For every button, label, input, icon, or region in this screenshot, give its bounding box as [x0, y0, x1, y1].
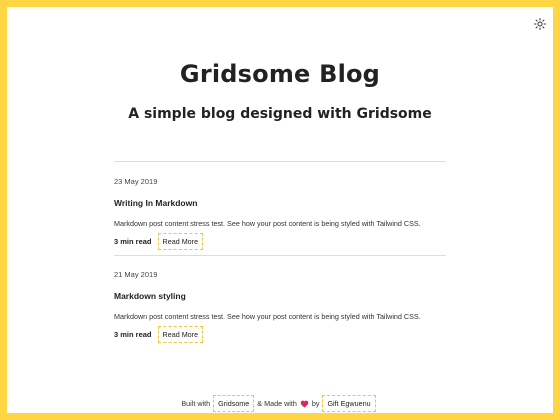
read-more-button[interactable]: Read More [157, 233, 204, 250]
footer-made-with-text: & Made with [257, 399, 297, 408]
footer-built-with-text: Built with [181, 399, 211, 408]
heart-icon [300, 400, 309, 408]
post-date: 23 May 2019 [114, 177, 158, 186]
footer: Built with Gridsome & Made with by Gift … [7, 395, 553, 412]
post-meta: 3 min read Read More [114, 233, 204, 250]
theme-toggle-button[interactable] [533, 17, 547, 31]
post-card: 21 May 2019 Markdown styling Markdown po… [114, 270, 446, 350]
post-title-link[interactable]: Writing In Markdown [114, 198, 197, 208]
site-title: Gridsome Blog [179, 60, 381, 88]
site-subtitle: A simple blog designed with Gridsome [128, 106, 432, 122]
divider [114, 161, 446, 162]
post-excerpt: Markdown post content stress test. See h… [114, 219, 421, 228]
page: Gridsome Blog A simple blog designed wit… [7, 7, 553, 413]
post-excerpt: Markdown post content stress test. See h… [114, 312, 421, 321]
gridsome-link[interactable]: Gridsome [213, 395, 255, 412]
post-meta: 3 min read Read More [114, 326, 204, 343]
footer-by-text: by [311, 399, 320, 408]
read-more-button[interactable]: Read More [157, 326, 204, 343]
post-date: 21 May 2019 [114, 270, 158, 279]
post-card: 23 May 2019 Writing In Markdown Markdown… [114, 177, 446, 257]
author-link[interactable]: Gift Egwuenu [322, 395, 376, 412]
sun-icon [534, 18, 546, 30]
post-title-link[interactable]: Markdown styling [114, 291, 186, 301]
read-time: 3 min read [114, 237, 152, 246]
read-time: 3 min read [114, 330, 152, 339]
divider [114, 255, 446, 256]
